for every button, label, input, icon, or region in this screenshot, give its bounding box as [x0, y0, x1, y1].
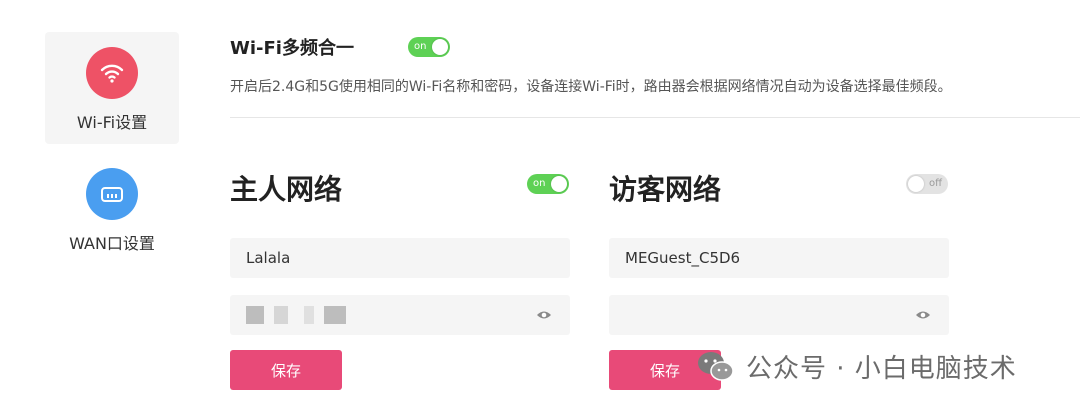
host-network-title: 主人网络 [230, 173, 343, 206]
host-ssid-value: Lalala [246, 249, 291, 267]
toggle-state-label: on [414, 41, 427, 52]
eye-icon[interactable] [536, 308, 552, 322]
multiband-title: Wi-Fi多频合一 [230, 38, 354, 59]
section-divider [230, 117, 1080, 118]
toggle-knob [908, 176, 924, 192]
wechat-icon [698, 351, 734, 381]
sidebar-item-wifi-settings[interactable]: Wi-Fi设置 [45, 32, 179, 144]
guest-network-toggle[interactable]: off [906, 174, 948, 194]
toggle-state-label: off [928, 178, 942, 189]
host-password-input[interactable] [230, 295, 570, 335]
sidebar-item-label: WAN口设置 [69, 234, 155, 253]
multiband-description: 开启后2.4G和5G使用相同的Wi-Fi名称和密码，设备连接Wi-Fi时，路由器… [230, 79, 952, 95]
wifi-icon [86, 47, 138, 99]
guest-ssid-value: MEGuest_C5D6 [625, 249, 741, 267]
host-ssid-input[interactable]: Lalala [230, 238, 570, 278]
password-mask [246, 306, 346, 324]
sidebar-item-label: Wi-Fi设置 [76, 113, 148, 132]
host-save-button[interactable]: 保存 [230, 350, 342, 390]
watermark: 公众号 · 小白电脑技术 [696, 348, 1017, 385]
guest-ssid-input[interactable]: MEGuest_C5D6 [609, 238, 949, 278]
router-icon [86, 168, 138, 220]
guest-password-input[interactable] [609, 295, 949, 335]
watermark-text: 公众号 · 小白电脑技术 [746, 354, 1017, 384]
eye-icon[interactable] [915, 308, 931, 322]
toggle-state-label: on [533, 178, 546, 189]
toggle-knob [432, 39, 448, 55]
sidebar-item-wan-settings[interactable]: WAN口设置 [45, 160, 179, 272]
multiband-toggle[interactable]: on [408, 37, 450, 57]
host-network-toggle[interactable]: on [527, 174, 569, 194]
guest-network-title: 访客网络 [609, 173, 722, 206]
toggle-knob [551, 176, 567, 192]
